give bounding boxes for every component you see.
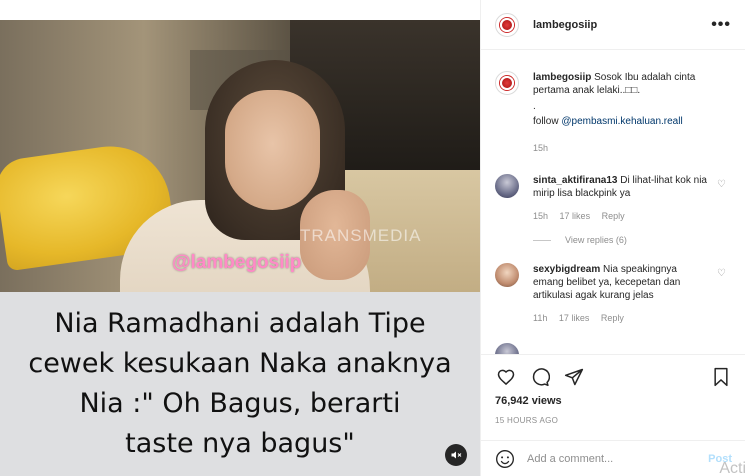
emoji-icon[interactable] — [495, 449, 515, 469]
video-watermark: TRANSMEDIA — [300, 226, 422, 245]
post-actions: 76,942 views 15 HOURS AGO — [481, 354, 745, 440]
caption-line: Nia Ramadhani adalah Tipe — [54, 308, 426, 339]
heart-icon[interactable] — [495, 366, 517, 388]
comment-item-partial — [495, 343, 732, 354]
caption-dot: . — [533, 101, 536, 112]
media-top-strip — [0, 0, 480, 20]
caption-line: cewek kesukaan Naka anaknya — [28, 348, 452, 379]
comment-likes[interactable]: 17 likes — [560, 211, 591, 221]
comments-list[interactable]: lambegosiip Sosok Ibu adalah cinta perta… — [481, 51, 745, 354]
replies-divider — [533, 239, 551, 241]
comment-likes[interactable]: 17 likes — [559, 313, 590, 323]
follow-prefix: follow — [533, 116, 562, 127]
video-caption: Nia Ramadhani adalah Tipe cewek kesukaan… — [0, 292, 480, 476]
comment-username[interactable]: lambegosiip — [533, 72, 591, 83]
heart-icon[interactable]: ♡ — [717, 268, 726, 279]
caption-line: taste nya bagus" — [125, 428, 355, 459]
post-header: lambegosiip ••• — [481, 0, 745, 50]
comment-input[interactable] — [527, 452, 697, 465]
views-count[interactable]: 76,942 views — [495, 395, 732, 407]
video-person-face — [225, 90, 320, 210]
mention-link[interactable]: @pembasmi.kehaluan.reall — [561, 116, 682, 127]
share-icon[interactable] — [563, 366, 585, 388]
commenter-avatar[interactable] — [495, 174, 519, 198]
comment-username[interactable]: sinta_aktifirana13 — [533, 175, 618, 186]
view-replies-label[interactable]: View replies (6) — [565, 235, 627, 245]
reply-button[interactable]: Reply — [601, 313, 624, 323]
author-avatar[interactable] — [495, 12, 519, 37]
overlay-tag: @lambegosiip — [172, 252, 302, 273]
heart-icon[interactable]: ♡ — [717, 179, 726, 190]
author-avatar[interactable] — [495, 71, 519, 95]
comment-time[interactable]: 15h — [533, 143, 548, 153]
comment-icon[interactable] — [529, 366, 551, 388]
action-icons — [495, 355, 732, 399]
comment-item: sexybigdream Nia speakingnya emang belib… — [495, 263, 732, 325]
caption-text: Nia Ramadhani adalah Tipe cewek kesukaan… — [28, 304, 451, 464]
volume-mute-icon — [451, 451, 462, 459]
post-time-ago[interactable]: 15 HOURS AGO — [495, 416, 732, 425]
reply-button[interactable]: Reply — [602, 211, 625, 221]
commenter-avatar[interactable] — [495, 343, 519, 354]
comment-time[interactable]: 11h — [533, 313, 547, 323]
add-comment-bar: Post Activ — [481, 440, 745, 476]
bookmark-icon[interactable] — [710, 366, 732, 388]
comment-username[interactable]: sexybigdream — [533, 264, 600, 275]
commenter-avatar[interactable] — [495, 263, 519, 287]
comment-time[interactable]: 15h — [533, 211, 548, 221]
comment-item: sinta_aktifirana13 Di lihat-lihat kok ni… — [495, 174, 732, 223]
mute-button[interactable] — [445, 444, 467, 466]
more-horizontal-icon[interactable]: ••• — [711, 16, 731, 34]
caption-line: Nia :" Oh Bagus, berarti — [79, 388, 401, 419]
post-media[interactable]: TRANSMEDIA @lambegosiip Nia Ramadhani ad… — [0, 0, 480, 476]
os-activation-watermark: Activ — [719, 460, 745, 476]
post-side-panel: lambegosiip ••• lambegosiip Sosok Ibu ad… — [480, 0, 745, 476]
caption-comment: lambegosiip Sosok Ibu adalah cinta perta… — [495, 71, 732, 155]
view-replies-button[interactable]: View replies (6) — [533, 235, 732, 245]
author-username[interactable]: lambegosiip — [533, 19, 597, 31]
video-frame[interactable]: TRANSMEDIA @lambegosiip — [0, 20, 480, 292]
